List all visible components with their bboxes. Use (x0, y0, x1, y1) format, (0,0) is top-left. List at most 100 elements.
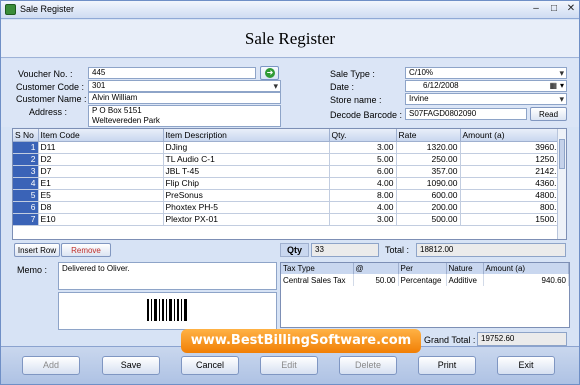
customer-code-dropdown[interactable]: 301 (88, 80, 281, 92)
amount-cell[interactable]: 1500. (460, 213, 560, 226)
item-code-cell[interactable]: E5 (38, 189, 164, 202)
item-description-cell[interactable]: DJing (163, 141, 330, 154)
memo-field[interactable]: Delivered to Oliver. (58, 262, 277, 290)
edit-button[interactable]: Edit (260, 356, 318, 375)
tax-type-cell[interactable]: Central Sales Tax (281, 274, 354, 286)
items-scrollbar[interactable] (557, 129, 566, 239)
rate-cell[interactable]: 200.00 (396, 201, 461, 214)
barcode-field[interactable]: S07FAGD0802090 (405, 108, 527, 120)
minimize-icon[interactable]: – (529, 3, 543, 16)
rate-cell[interactable]: 600.00 (396, 189, 461, 202)
qty-total-field: 33 (311, 243, 379, 257)
rate-cell[interactable]: 1090.00 (396, 177, 461, 190)
qty-cell[interactable]: 4.00 (329, 177, 397, 190)
item-description-cell[interactable]: Flip Chip (163, 177, 330, 190)
table-row[interactable]: 5 E5 PreSonus 8.00 600.00 4800. (13, 189, 560, 202)
memo-label: Memo : (17, 265, 48, 275)
insert-row-button[interactable]: Insert Row (14, 243, 60, 257)
item-code-cell[interactable]: D7 (38, 165, 164, 178)
tax-amount-cell[interactable]: 940.60 (483, 274, 569, 286)
sale-type-dropdown[interactable]: C/10% (405, 67, 567, 79)
chevron-down-icon[interactable]: ▾ (560, 81, 564, 91)
amount-cell[interactable]: 4360. (460, 177, 560, 190)
amount-cell[interactable]: 1250. (460, 153, 560, 166)
voucher-no-label: Voucher No. : (18, 69, 73, 79)
item-description-cell[interactable]: PreSonus (163, 189, 330, 202)
amount-cell[interactable]: 800. (460, 201, 560, 214)
column-header-qty[interactable]: Qty. (329, 129, 397, 142)
amount-cell[interactable]: 4800. (460, 189, 560, 202)
exit-button[interactable]: Exit (497, 356, 555, 375)
qty-cell[interactable]: 3.00 (329, 141, 397, 154)
qty-cell[interactable]: 5.00 (329, 153, 397, 166)
item-code-cell[interactable]: E1 (38, 177, 164, 190)
delete-button[interactable]: Delete (339, 356, 397, 375)
column-header-sno[interactable]: S No (13, 129, 39, 142)
table-row[interactable]: 1 D11 DJing 3.00 1320.00 3960. (13, 141, 560, 154)
tax-column-at[interactable]: @ (353, 263, 399, 274)
table-row[interactable]: 3 D7 JBL T-45 6.00 357.00 2142. (13, 165, 560, 178)
grand-total-field: 19752.60 (477, 332, 567, 346)
customer-name-field[interactable]: Alvin William (88, 92, 281, 104)
amount-cell[interactable]: 2142. (460, 165, 560, 178)
column-header-amount[interactable]: Amount (a) (460, 129, 560, 142)
summary-bar: Insert Row Remove Qty 33 Total : 18812.0… (1, 241, 579, 259)
item-code-cell[interactable]: D11 (38, 141, 164, 154)
item-code-cell[interactable]: E10 (38, 213, 164, 226)
column-header-item-code[interactable]: Item Code (38, 129, 164, 142)
total-label: Total : (385, 245, 410, 255)
rate-cell[interactable]: 250.00 (396, 153, 461, 166)
rate-cell[interactable]: 357.00 (396, 165, 461, 178)
print-button[interactable]: Print (418, 356, 476, 375)
qty-cell[interactable]: 3.00 (329, 213, 397, 226)
tax-row[interactable]: Central Sales Tax 50.00 Percentage Addit… (281, 274, 569, 286)
barcode-image-panel (58, 292, 277, 330)
tax-per-cell[interactable]: Percentage (398, 274, 447, 286)
item-code-cell[interactable]: D2 (38, 153, 164, 166)
column-header-item-description[interactable]: Item Description (163, 129, 330, 142)
column-header-rate[interactable]: Rate (396, 129, 461, 142)
qty-cell[interactable]: 4.00 (329, 201, 397, 214)
row-number: 3 (13, 165, 39, 178)
read-button[interactable]: Read (530, 107, 567, 121)
tax-rate-cell[interactable]: 50.00 (353, 274, 399, 286)
remove-row-button[interactable]: Remove (61, 243, 111, 257)
decode-barcode-label: Decode Barcode : (330, 110, 403, 120)
item-code-cell[interactable]: D8 (38, 201, 164, 214)
tax-column-amount[interactable]: Amount (a) (483, 263, 569, 274)
address-field[interactable]: P O Box 5151 Weltevereden Park (88, 105, 281, 127)
customer-name-label: Customer Name : (16, 94, 87, 104)
close-icon[interactable]: ✕ (564, 3, 578, 16)
qty-cell[interactable]: 8.00 (329, 189, 397, 202)
maximize-icon[interactable]: □ (547, 3, 561, 16)
tax-column-nature[interactable]: Nature (446, 263, 484, 274)
item-description-cell[interactable]: JBL T-45 (163, 165, 330, 178)
row-number: 6 (13, 201, 39, 214)
rate-cell[interactable]: 500.00 (396, 213, 461, 226)
table-row[interactable]: 4 E1 Flip Chip 4.00 1090.00 4360. (13, 177, 560, 190)
qty-cell[interactable]: 6.00 (329, 165, 397, 178)
item-description-cell[interactable]: Plextor PX-01 (163, 213, 330, 226)
add-button[interactable]: Add (22, 356, 80, 375)
items-grid[interactable]: S No Item Code Item Description Qty. Rat… (12, 128, 567, 240)
store-name-dropdown[interactable]: Irvine (405, 93, 567, 105)
tax-nature-cell[interactable]: Additive (446, 274, 484, 286)
item-description-cell[interactable]: Phoxtex PH-5 (163, 201, 330, 214)
voucher-no-field[interactable]: 445 (88, 67, 256, 79)
table-row[interactable]: 6 D8 Phoxtex PH-5 4.00 200.00 800. (13, 201, 560, 214)
scrollbar-thumb[interactable] (559, 139, 565, 169)
table-row[interactable]: 7 E10 Plextor PX-01 3.00 500.00 1500. (13, 213, 560, 226)
date-label: Date : (330, 82, 355, 92)
tax-column-type[interactable]: Tax Type (281, 263, 354, 274)
date-picker[interactable]: 6/12/2008 ▦ ▾ (405, 80, 567, 92)
tax-column-per[interactable]: Per (398, 263, 447, 274)
item-description-cell[interactable]: TL Audio C-1 (163, 153, 330, 166)
rate-cell[interactable]: 1320.00 (396, 141, 461, 154)
voucher-go-button[interactable]: ➜ (260, 66, 279, 80)
calendar-icon[interactable]: ▦ (549, 81, 557, 91)
tax-grid[interactable]: Tax Type @ Per Nature Amount (a) Central… (280, 262, 570, 328)
cancel-button[interactable]: Cancel (181, 356, 239, 375)
table-row[interactable]: 2 D2 TL Audio C-1 5.00 250.00 1250. (13, 153, 560, 166)
save-button[interactable]: Save (102, 356, 160, 375)
amount-cell[interactable]: 3960. (460, 141, 560, 154)
